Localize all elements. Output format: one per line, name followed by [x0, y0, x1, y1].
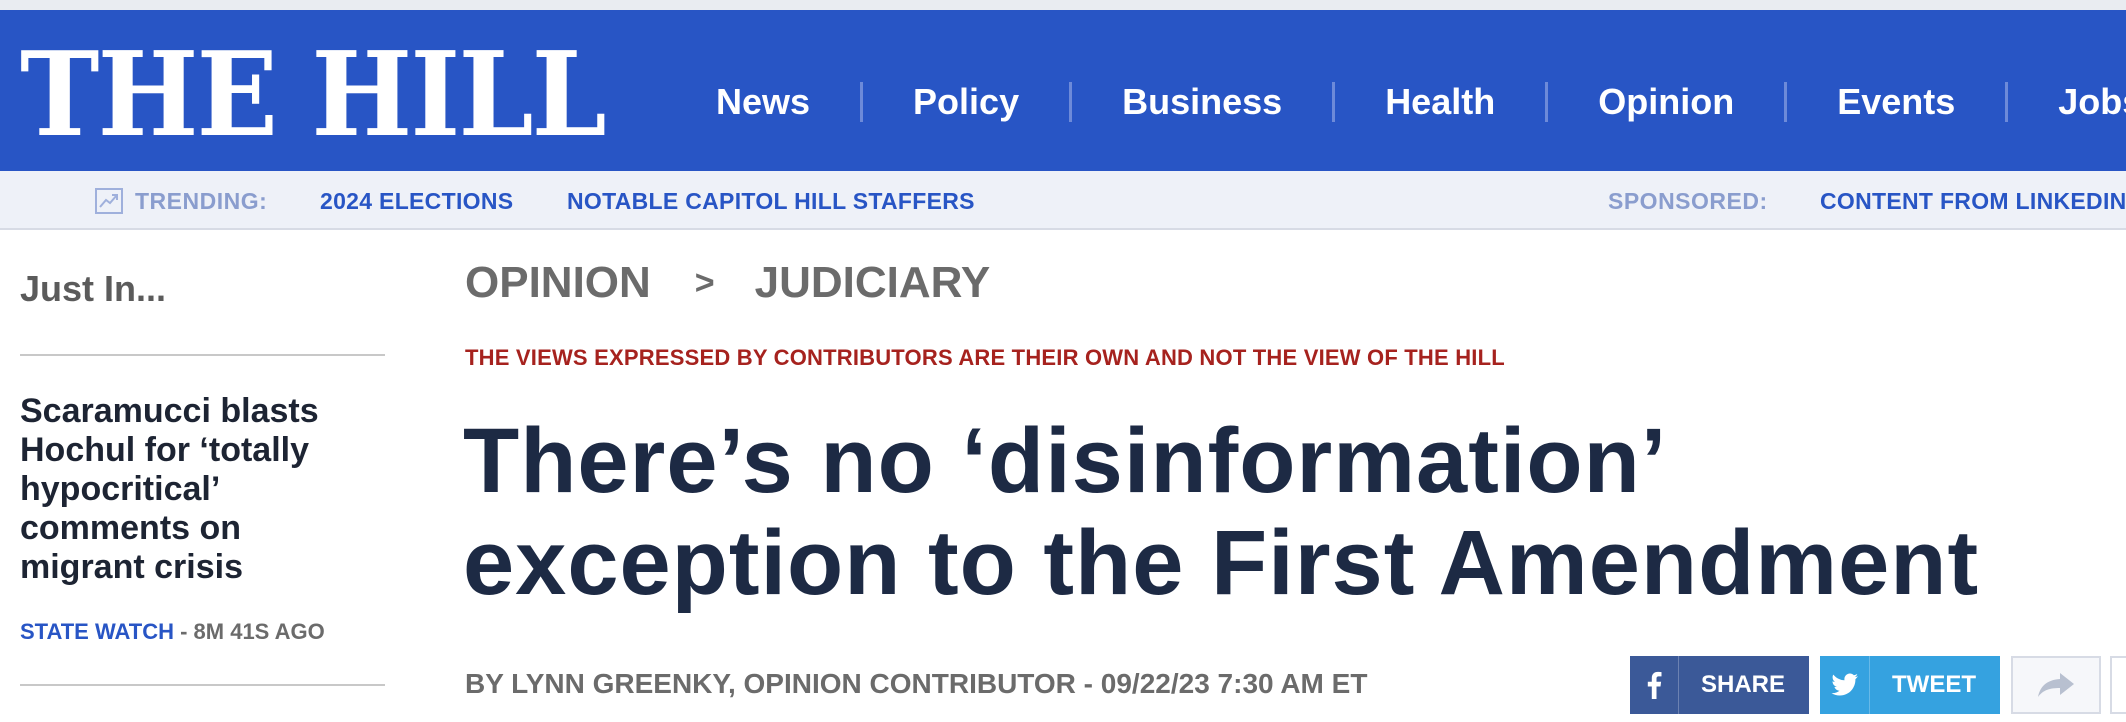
breadcrumb-opinion[interactable]: OPINION — [465, 258, 651, 308]
facebook-share-button[interactable]: SHARE — [1630, 656, 1809, 714]
sidebar-divider — [20, 354, 385, 356]
nav-item-events[interactable]: Events — [1787, 72, 2005, 132]
trending-chart-icon — [95, 188, 123, 214]
twitter-share-label: TWEET — [1892, 671, 1976, 698]
sponsored-link-linkedin[interactable]: CONTENT FROM LINKEDIN — [1820, 188, 2126, 215]
nav-item-business[interactable]: Business — [1072, 72, 1332, 132]
opinion-disclaimer: THE VIEWS EXPRESSED BY CONTRIBUTORS ARE … — [465, 345, 1505, 370]
section-tag-link[interactable]: STATE WATCH — [20, 619, 174, 644]
facebook-share-label: SHARE — [1700, 671, 1785, 698]
trending-link-2024-elections[interactable]: 2024 ELECTIONS — [320, 188, 513, 215]
twitter-share-button[interactable]: TWEET — [1820, 656, 2000, 714]
facebook-icon — [1630, 656, 1679, 714]
main-nav: News Policy Business Health Opinion Even… — [660, 72, 2126, 132]
nav-item-policy[interactable]: Policy — [863, 72, 1069, 132]
timestamp: - 8M 41S AGO — [173, 619, 325, 644]
article-headline: There’s no ‘disinformation’ exception to… — [463, 410, 1980, 614]
sidebar-title: Just In... — [20, 268, 167, 309]
twitter-icon — [1820, 656, 1870, 714]
sidebar-divider — [20, 684, 385, 686]
nav-item-jobs[interactable]: Jobs — [2008, 72, 2126, 132]
nav-item-news[interactable]: News — [660, 72, 860, 132]
site-logo[interactable]: THE HILL — [20, 37, 607, 153]
forward-share-button[interactable] — [2011, 656, 2101, 714]
trending-bar: TRENDING: 2024 ELECTIONS NOTABLE CAPITOL… — [0, 171, 2126, 230]
trending-label: TRENDING: — [135, 188, 268, 214]
breadcrumb: OPINION > JUDICIARY — [465, 258, 990, 308]
nav-item-opinion[interactable]: Opinion — [1548, 72, 1784, 132]
article-byline: BY LYNN GREENKY, OPINION CONTRIBUTOR - 0… — [465, 668, 1368, 699]
breadcrumb-judiciary[interactable]: JUDICIARY — [755, 258, 991, 308]
sidebar-headline[interactable]: Scaramucci blasts Hochul for ‘totally hy… — [20, 392, 365, 587]
more-share-button[interactable] — [2110, 656, 2126, 714]
forward-icon — [2038, 673, 2074, 697]
breadcrumb-separator: > — [694, 263, 715, 302]
nav-item-health[interactable]: Health — [1335, 72, 1545, 132]
sponsored-label: SPONSORED: — [1608, 188, 1768, 214]
masthead: THE HILL News Policy Business Health Opi… — [0, 10, 2126, 171]
sidebar-item-meta: STATE WATCH - 8M 41S AGO — [20, 619, 325, 645]
trending-link-capitol-hill-staffers[interactable]: NOTABLE CAPITOL HILL STAFFERS — [567, 188, 975, 215]
top-strip — [0, 0, 2126, 10]
